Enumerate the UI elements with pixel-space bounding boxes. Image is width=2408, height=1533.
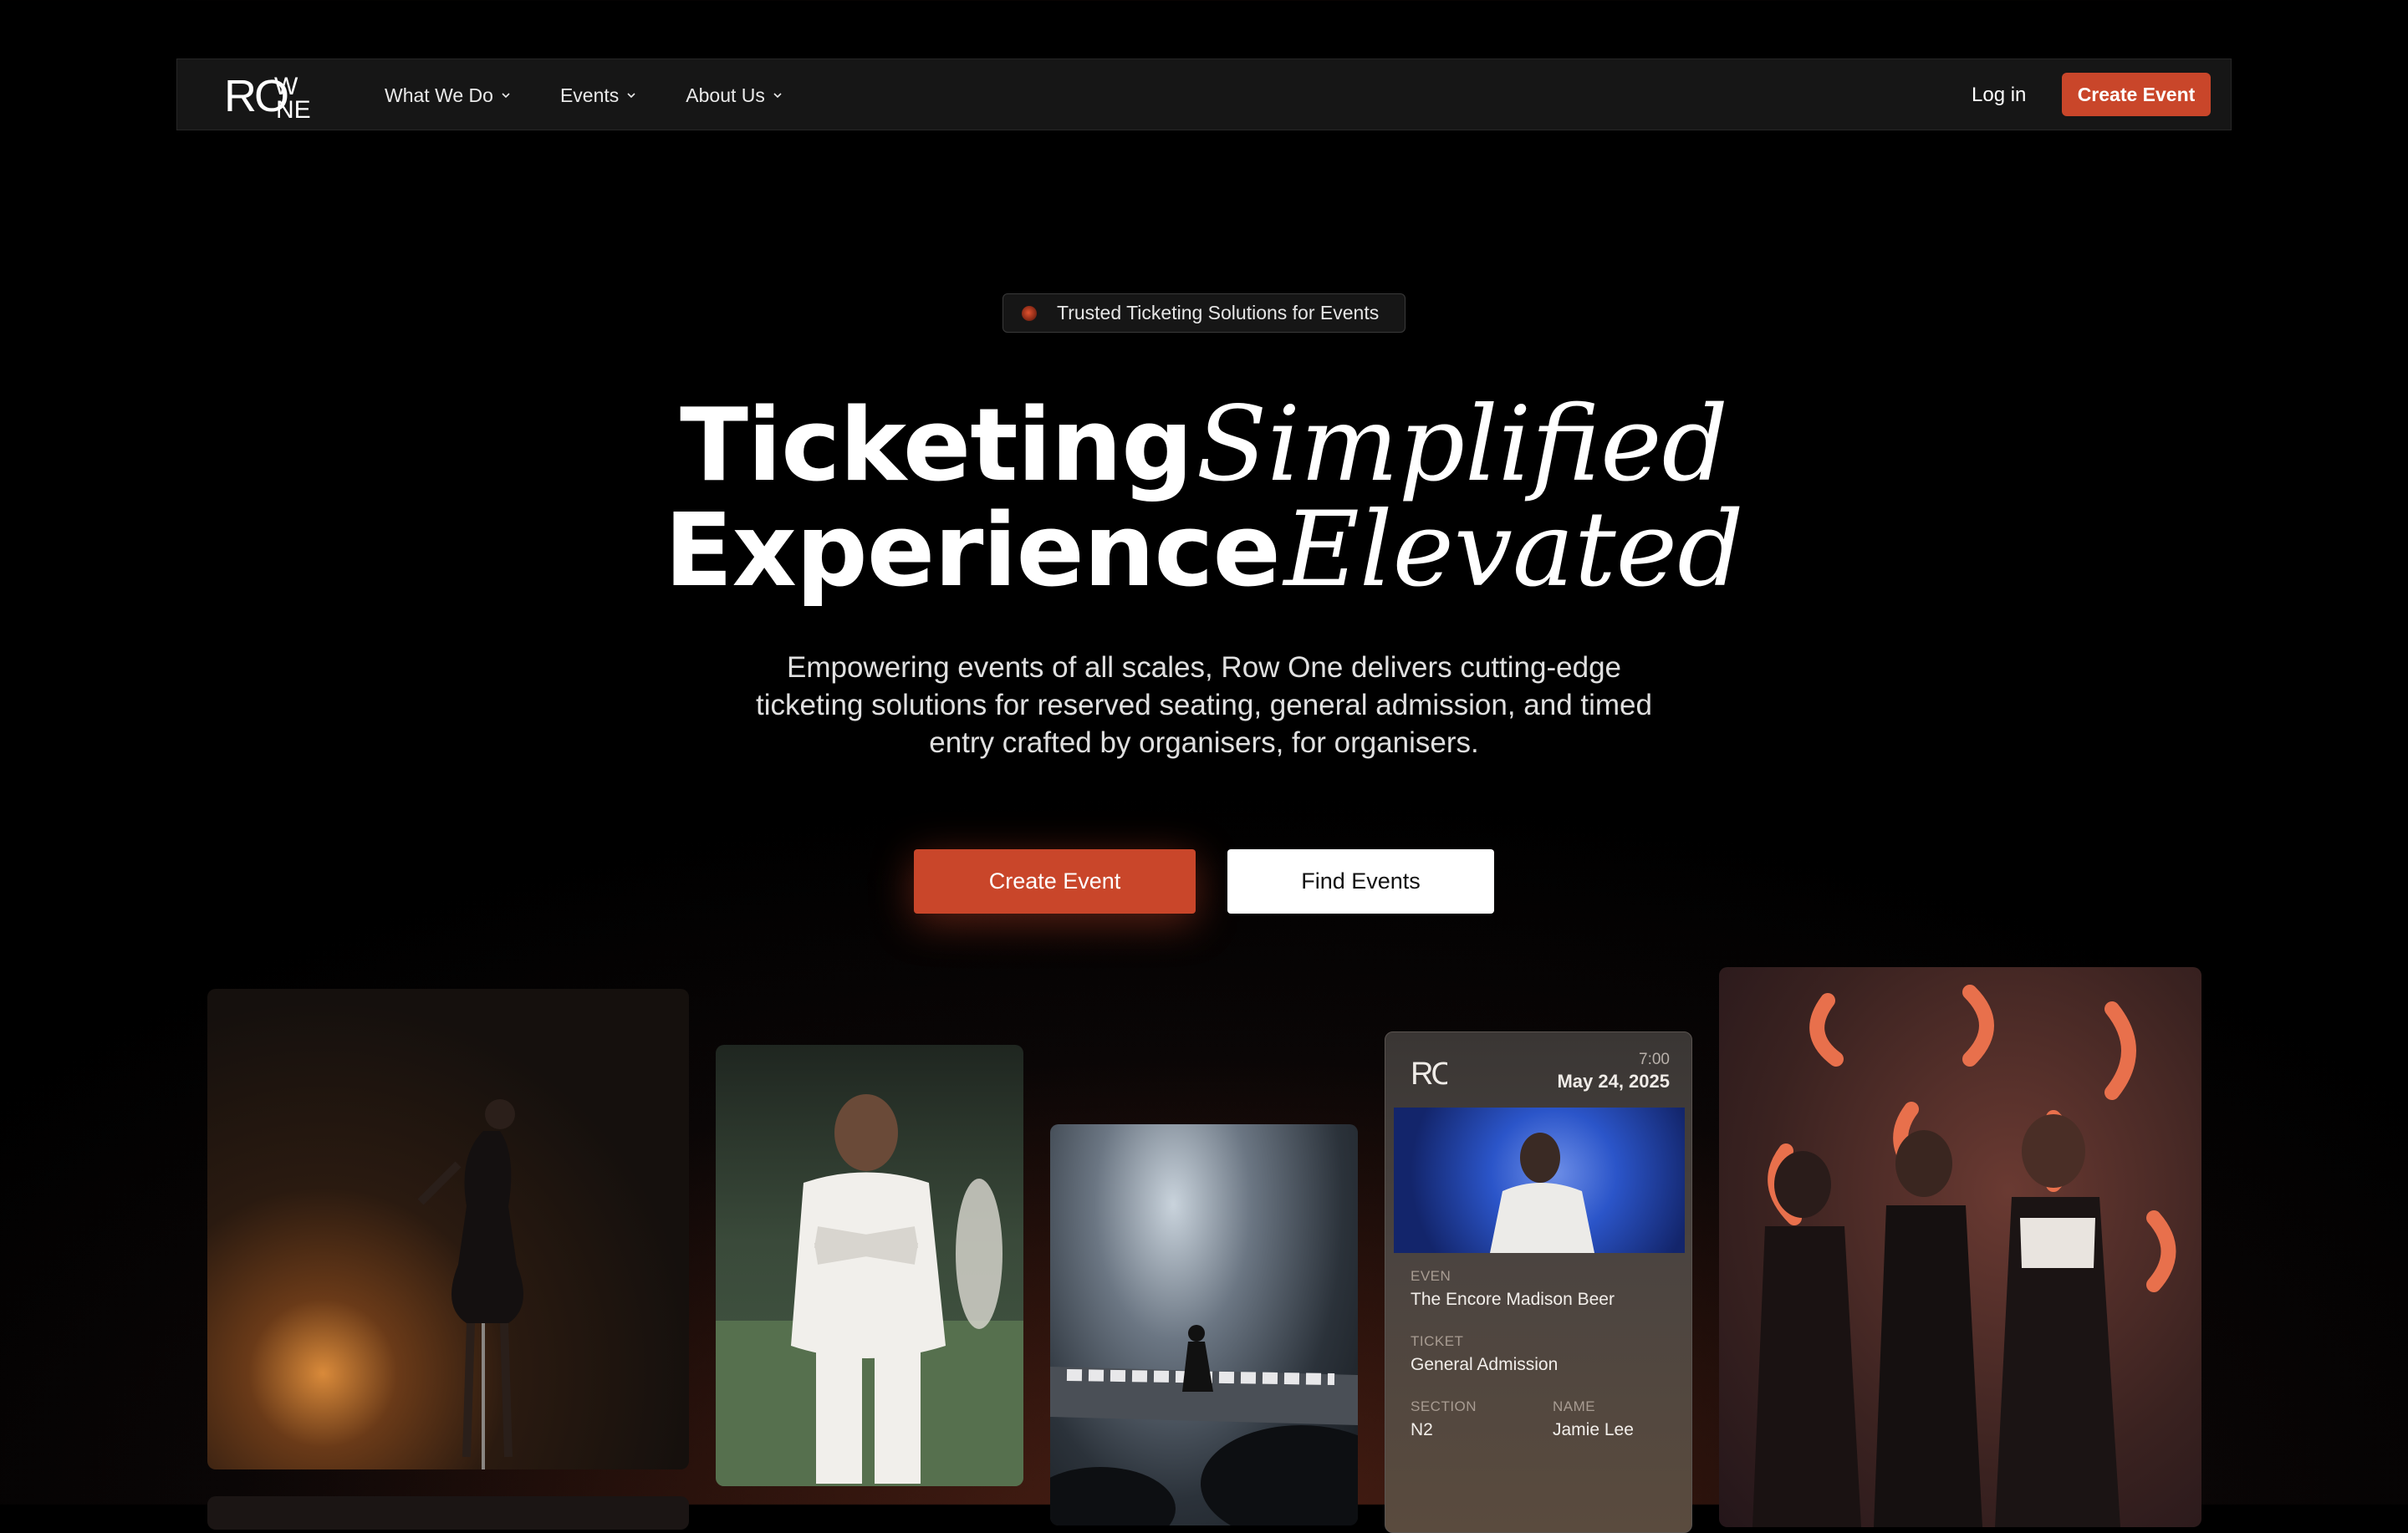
- chevron-down-icon: [627, 93, 635, 99]
- football-photo-card: [716, 1045, 1023, 1486]
- login-link[interactable]: Log in: [1972, 59, 2026, 131]
- ticket-name-label: NAME: [1553, 1398, 1596, 1414]
- menu-what-we-do-label: What We Do: [385, 84, 493, 106]
- concert-photo-card: [207, 989, 689, 1469]
- stage-performance-image: [1050, 1325, 1358, 1525]
- ticket-event-value: The Encore Madison Beer: [1411, 1290, 1615, 1309]
- trusted-badge: Trusted Ticketing Solutions for Events: [1002, 293, 1406, 333]
- ticket-time: 7:00: [1639, 1051, 1670, 1068]
- ticket-card: RO 7:00 May 24, 2025 EVEN The Encore Mad…: [1385, 1031, 1692, 1533]
- football-player-image: [716, 1094, 1023, 1486]
- dancers-photo-card: [1719, 967, 2201, 1527]
- headline-line-2: Experience Elevated: [0, 498, 2408, 602]
- create-event-button[interactable]: Create Event: [914, 849, 1196, 914]
- headline-elevated: Elevated: [1283, 490, 1744, 610]
- menu-events-label: Events: [559, 84, 620, 106]
- badge-dot-icon: [1022, 305, 1037, 321]
- ticket-event-image: [1394, 1108, 1685, 1253]
- menu-what-we-do[interactable]: What We Do: [385, 84, 510, 107]
- menu-events[interactable]: Events: [560, 84, 635, 107]
- ticket-event-label: EVEN: [1411, 1268, 1451, 1284]
- find-events-button[interactable]: Find Events: [1227, 849, 1494, 914]
- badge-text: Trusted Ticketing Solutions for Events: [1057, 302, 1380, 323]
- svg-text:RO: RO: [1411, 1057, 1447, 1089]
- headline-line-1: Ticketing Simplified: [0, 393, 2408, 497]
- chevron-down-icon: [773, 93, 782, 99]
- create-event-nav-button[interactable]: Create Event: [2062, 73, 2211, 116]
- svg-text:NE: NE: [276, 96, 311, 121]
- ticket-type-label: TICKET: [1411, 1333, 1464, 1349]
- stage-photo-card: [1050, 1124, 1358, 1525]
- menu-about-us[interactable]: About Us: [686, 84, 782, 107]
- ticket-singer-image: [1490, 1133, 1594, 1253]
- singer-silhouette-image: [417, 1099, 523, 1469]
- ticket-ro-logo: RO: [1411, 1057, 1447, 1089]
- ticket-type-value: General Admission: [1411, 1355, 1559, 1374]
- concert-photo-card-2: [207, 1496, 689, 1530]
- hero-subtitle: Empowering events of all scales, Row One…: [756, 651, 1652, 759]
- ticket-section-label: SECTION: [1411, 1398, 1477, 1414]
- headline-experience: Experience: [664, 493, 1281, 609]
- ticket-section-value: N2: [1411, 1420, 1433, 1439]
- chevron-down-icon: [502, 93, 510, 99]
- headline-ticketing: Ticketing: [680, 388, 1193, 504]
- top-navigation: RO W NE What We Do Events About Us Log i…: [176, 59, 2232, 130]
- ticket-name-value: Jamie Lee: [1553, 1420, 1634, 1439]
- ticket-date: May 24, 2025: [1557, 1071, 1670, 1092]
- headline-simplified: Simplified: [1196, 385, 1728, 505]
- dancers-performance-image: [1752, 985, 2176, 1527]
- row-one-logo[interactable]: RO W NE: [224, 69, 316, 121]
- menu-about-us-label: About Us: [686, 84, 765, 106]
- main-menu: What We Do Events About Us: [385, 59, 832, 131]
